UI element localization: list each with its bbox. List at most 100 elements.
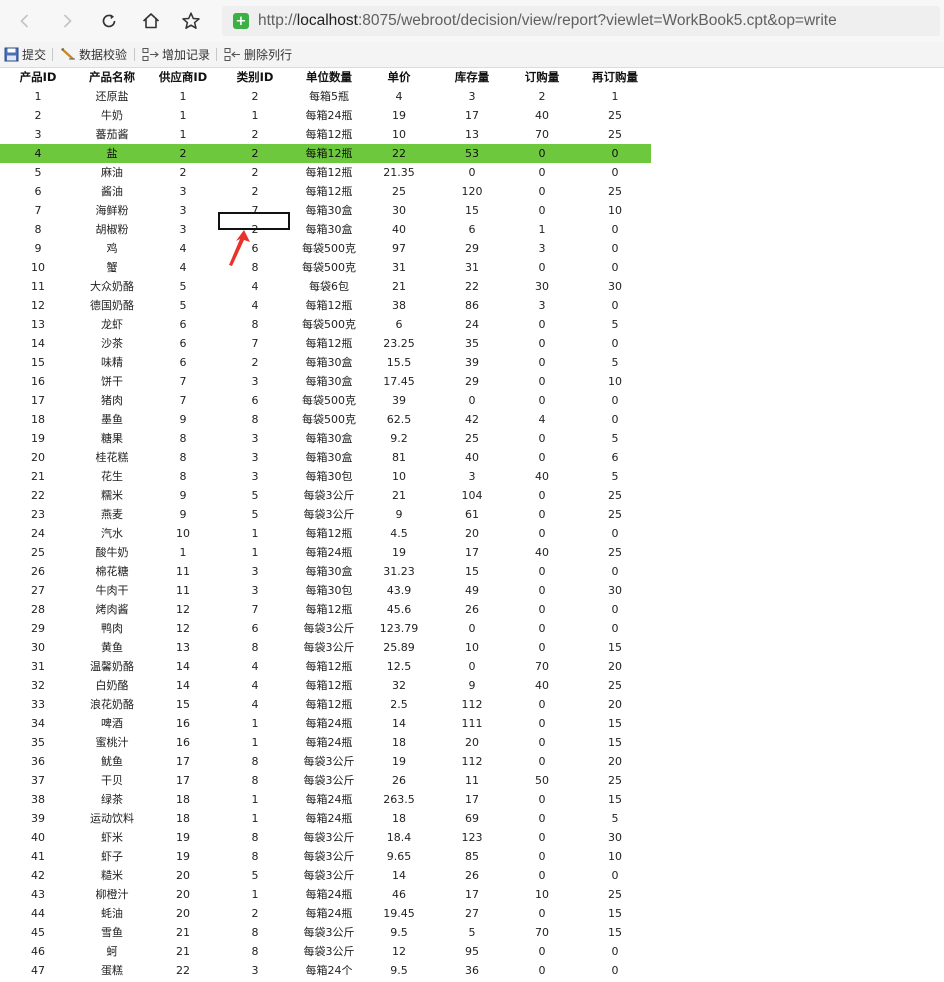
cell-product-id[interactable]: 10 bbox=[10, 258, 66, 277]
cell-on-order[interactable]: 70 bbox=[510, 923, 574, 942]
table-row[interactable]: 35 蜜桃汁 16 1 每箱24瓶 18 20 0 15 bbox=[0, 733, 651, 752]
cell-product-id[interactable]: 7 bbox=[10, 201, 66, 220]
cell-unit-price[interactable]: 14 bbox=[366, 866, 432, 885]
cell-unit-price[interactable]: 14 bbox=[366, 714, 432, 733]
cell-supplier-id[interactable]: 5 bbox=[150, 296, 216, 315]
cell-on-order[interactable]: 0 bbox=[510, 733, 574, 752]
table-row[interactable]: 10 蟹 4 8 每袋500克 31 31 0 0 bbox=[0, 258, 651, 277]
cell-product-id[interactable]: 36 bbox=[10, 752, 66, 771]
table-row[interactable]: 23 燕麦 9 5 每袋3公斤 9 61 0 25 bbox=[0, 505, 651, 524]
table-row[interactable]: 28 烤肉酱 12 7 每箱12瓶 45.6 26 0 0 bbox=[0, 600, 651, 619]
cell-category-id[interactable]: 1 bbox=[220, 543, 290, 562]
cell-on-order[interactable]: 0 bbox=[510, 866, 574, 885]
table-row[interactable]: 9 鸡 4 6 每袋500克 97 29 3 0 bbox=[0, 239, 651, 258]
cell-unit-price[interactable]: 62.5 bbox=[366, 410, 432, 429]
cell-product-name[interactable]: 墨鱼 bbox=[76, 410, 148, 429]
cell-unit-price[interactable]: 23.25 bbox=[366, 334, 432, 353]
cell-supplier-id[interactable]: 6 bbox=[150, 353, 216, 372]
cell-supplier-id[interactable]: 17 bbox=[150, 752, 216, 771]
cell-product-name[interactable]: 白奶酪 bbox=[76, 676, 148, 695]
cell-on-order[interactable]: 0 bbox=[510, 600, 574, 619]
cell-on-order[interactable]: 50 bbox=[510, 771, 574, 790]
cell-reorder[interactable]: 15 bbox=[580, 904, 650, 923]
table-row[interactable]: 33 浪花奶酪 15 4 每箱12瓶 2.5 112 0 20 bbox=[0, 695, 651, 714]
cell-reorder[interactable]: 0 bbox=[580, 391, 650, 410]
cell-category-id[interactable]: 1 bbox=[220, 809, 290, 828]
cell-unit-quantity[interactable]: 每袋3公斤 bbox=[292, 486, 366, 505]
cell-on-order[interactable]: 0 bbox=[510, 258, 574, 277]
table-row[interactable]: 5 麻油 2 2 每箱12瓶 21.35 0 0 0 bbox=[0, 163, 651, 182]
cell-product-name[interactable]: 德国奶酪 bbox=[76, 296, 148, 315]
delete-row-button[interactable]: 删除列行 bbox=[224, 45, 292, 63]
cell-unit-quantity[interactable]: 每箱30盒 bbox=[292, 372, 366, 391]
cell-product-id[interactable]: 39 bbox=[10, 809, 66, 828]
cell-on-order[interactable]: 0 bbox=[510, 524, 574, 543]
cell-category-id[interactable]: 8 bbox=[220, 315, 290, 334]
cell-unit-quantity[interactable]: 每箱24瓶 bbox=[292, 809, 366, 828]
cell-unit-price[interactable]: 21 bbox=[366, 277, 432, 296]
cell-supplier-id[interactable]: 16 bbox=[150, 714, 216, 733]
cell-category-id[interactable]: 4 bbox=[220, 277, 290, 296]
cell-unit-quantity[interactable]: 每箱30盒 bbox=[292, 220, 366, 239]
cell-on-order[interactable]: 3 bbox=[510, 239, 574, 258]
cell-unit-quantity[interactable]: 每箱12瓶 bbox=[292, 125, 366, 144]
cell-supplier-id[interactable]: 8 bbox=[150, 467, 216, 486]
cell-product-name[interactable]: 雪鱼 bbox=[76, 923, 148, 942]
cell-unit-price[interactable]: 18 bbox=[366, 809, 432, 828]
cell-unit-price[interactable]: 9.65 bbox=[366, 847, 432, 866]
cell-stock[interactable]: 20 bbox=[440, 524, 504, 543]
cell-supplier-id[interactable]: 11 bbox=[150, 562, 216, 581]
cell-product-id[interactable]: 31 bbox=[10, 657, 66, 676]
cell-product-name[interactable]: 运动饮料 bbox=[76, 809, 148, 828]
cell-category-id[interactable]: 1 bbox=[220, 733, 290, 752]
cell-product-id[interactable]: 2 bbox=[10, 106, 66, 125]
cell-category-id[interactable]: 8 bbox=[220, 847, 290, 866]
cell-stock[interactable]: 42 bbox=[440, 410, 504, 429]
cell-stock[interactable]: 22 bbox=[440, 277, 504, 296]
cell-category-id[interactable]: 1 bbox=[220, 524, 290, 543]
cell-product-id[interactable]: 45 bbox=[10, 923, 66, 942]
cell-unit-price[interactable]: 2.5 bbox=[366, 695, 432, 714]
cell-category-id[interactable]: 3 bbox=[220, 429, 290, 448]
cell-supplier-id[interactable]: 5 bbox=[150, 277, 216, 296]
cell-stock[interactable]: 36 bbox=[440, 961, 504, 980]
cell-on-order[interactable]: 0 bbox=[510, 714, 574, 733]
cell-product-id[interactable]: 5 bbox=[10, 163, 66, 182]
cell-product-name[interactable]: 虾子 bbox=[76, 847, 148, 866]
cell-reorder[interactable]: 5 bbox=[580, 315, 650, 334]
cell-reorder[interactable]: 0 bbox=[580, 942, 650, 961]
cell-unit-quantity[interactable]: 每箱12瓶 bbox=[292, 524, 366, 543]
cell-reorder[interactable]: 15 bbox=[580, 638, 650, 657]
cell-category-id[interactable]: 1 bbox=[220, 790, 290, 809]
cell-reorder[interactable]: 20 bbox=[580, 657, 650, 676]
cell-unit-quantity[interactable]: 每袋3公斤 bbox=[292, 923, 366, 942]
cell-on-order[interactable]: 1 bbox=[510, 220, 574, 239]
cell-unit-quantity[interactable]: 每袋500克 bbox=[292, 315, 366, 334]
cell-product-name[interactable]: 海鲜粉 bbox=[76, 201, 148, 220]
cell-stock[interactable]: 0 bbox=[440, 391, 504, 410]
cell-on-order[interactable]: 0 bbox=[510, 163, 574, 182]
cell-unit-quantity[interactable]: 每袋500克 bbox=[292, 391, 366, 410]
cell-reorder[interactable]: 0 bbox=[580, 866, 650, 885]
cell-supplier-id[interactable]: 9 bbox=[150, 505, 216, 524]
cell-unit-price[interactable]: 9.5 bbox=[366, 961, 432, 980]
cell-reorder[interactable]: 25 bbox=[580, 106, 650, 125]
cell-category-id[interactable]: 2 bbox=[220, 144, 290, 163]
cell-reorder[interactable]: 0 bbox=[580, 163, 650, 182]
cell-unit-price[interactable]: 19 bbox=[366, 106, 432, 125]
back-button[interactable] bbox=[12, 8, 38, 34]
cell-on-order[interactable]: 4 bbox=[510, 410, 574, 429]
cell-on-order[interactable]: 0 bbox=[510, 391, 574, 410]
cell-supplier-id[interactable]: 12 bbox=[150, 600, 216, 619]
cell-supplier-id[interactable]: 10 bbox=[150, 524, 216, 543]
cell-product-name[interactable]: 糙米 bbox=[76, 866, 148, 885]
cell-product-name[interactable]: 蟹 bbox=[76, 258, 148, 277]
cell-unit-price[interactable]: 18.4 bbox=[366, 828, 432, 847]
table-row[interactable]: 29 鸭肉 12 6 每袋3公斤 123.79 0 0 0 bbox=[0, 619, 651, 638]
cell-stock[interactable]: 27 bbox=[440, 904, 504, 923]
cell-unit-price[interactable]: 26 bbox=[366, 771, 432, 790]
cell-stock[interactable]: 15 bbox=[440, 562, 504, 581]
reload-button[interactable] bbox=[96, 8, 122, 34]
cell-supplier-id[interactable]: 1 bbox=[150, 125, 216, 144]
cell-reorder[interactable]: 0 bbox=[580, 296, 650, 315]
